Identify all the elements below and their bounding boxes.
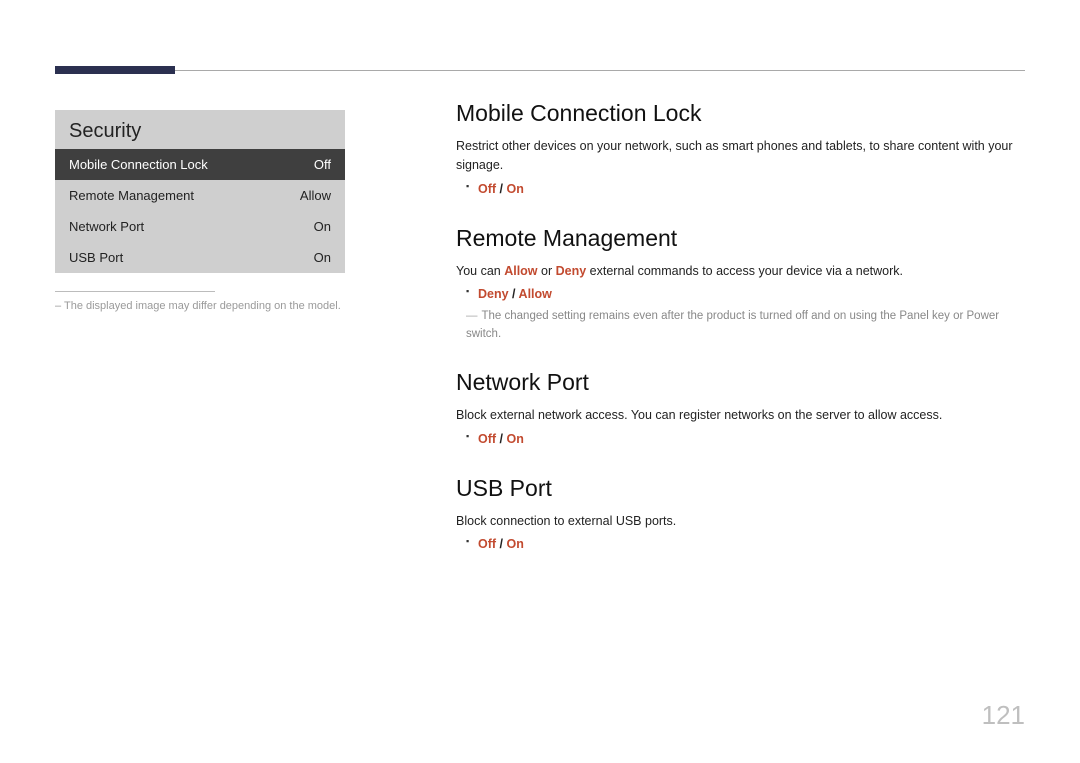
section-description: Block connection to external USB ports. <box>456 512 1025 531</box>
section-network-port: Network Port Block external network acce… <box>456 369 1025 449</box>
menu-item-value: Off <box>314 157 331 172</box>
section-description: Block external network access. You can r… <box>456 406 1025 425</box>
desc-text: external commands to access your device … <box>586 264 903 278</box>
menu-item-usb-port[interactable]: USB Port On <box>55 242 345 273</box>
option-list: Off / On <box>456 179 1025 199</box>
top-rule <box>55 70 1025 71</box>
top-accent-bar <box>55 66 175 74</box>
menu-item-network-port[interactable]: Network Port On <box>55 211 345 242</box>
section-heading: USB Port <box>456 475 1025 502</box>
persist-note: The changed setting remains even after t… <box>456 308 1025 343</box>
desc-text: You can <box>456 264 504 278</box>
menu-item-label: Network Port <box>69 219 144 234</box>
security-menu: Security Mobile Connection Lock Off Remo… <box>55 110 345 273</box>
option-allow: Allow <box>519 287 552 301</box>
section-heading: Network Port <box>456 369 1025 396</box>
page-number: 121 <box>982 700 1025 731</box>
section-heading: Mobile Connection Lock <box>456 100 1025 127</box>
menu-title: Security <box>55 110 345 149</box>
option-on: On <box>506 537 523 551</box>
disclaimer-text: The displayed image may differ depending… <box>64 300 341 312</box>
right-column: Mobile Connection Lock Restrict other de… <box>456 100 1025 580</box>
option-list: Deny / Allow <box>456 284 1025 304</box>
option-separator: / <box>496 432 506 446</box>
menu-item-label: Remote Management <box>69 188 194 203</box>
menu-item-value: On <box>314 250 331 265</box>
menu-item-mobile-connection-lock[interactable]: Mobile Connection Lock Off <box>55 149 345 180</box>
menu-item-remote-management[interactable]: Remote Management Allow <box>55 180 345 211</box>
menu-item-value: On <box>314 219 331 234</box>
option-list: Off / On <box>456 429 1025 449</box>
option-on: On <box>506 182 523 196</box>
option-off: Off <box>478 432 496 446</box>
option-separator: / <box>496 537 506 551</box>
option-off: Off <box>478 182 496 196</box>
section-remote-management: Remote Management You can Allow or Deny … <box>456 225 1025 343</box>
option-off: Off <box>478 537 496 551</box>
left-divider <box>55 291 215 292</box>
section-mobile-connection-lock: Mobile Connection Lock Restrict other de… <box>456 100 1025 199</box>
option-separator: / <box>509 287 519 301</box>
section-description: Restrict other devices on your network, … <box>456 137 1025 175</box>
model-disclaimer: – The displayed image may differ dependi… <box>55 300 345 312</box>
option-separator: / <box>496 182 506 196</box>
section-description: You can Allow or Deny external commands … <box>456 262 1025 281</box>
section-heading: Remote Management <box>456 225 1025 252</box>
dash-prefix: – <box>55 300 64 312</box>
option-deny: Deny <box>478 287 509 301</box>
menu-item-label: USB Port <box>69 250 123 265</box>
section-usb-port: USB Port Block connection to external US… <box>456 475 1025 555</box>
desc-text: or <box>538 264 556 278</box>
menu-item-value: Allow <box>300 188 331 203</box>
option-list: Off / On <box>456 534 1025 554</box>
inline-deny: Deny <box>556 264 587 278</box>
left-column: Security Mobile Connection Lock Off Remo… <box>55 110 345 312</box>
menu-item-label: Mobile Connection Lock <box>69 157 208 172</box>
option-on: On <box>506 432 523 446</box>
inline-allow: Allow <box>504 264 537 278</box>
